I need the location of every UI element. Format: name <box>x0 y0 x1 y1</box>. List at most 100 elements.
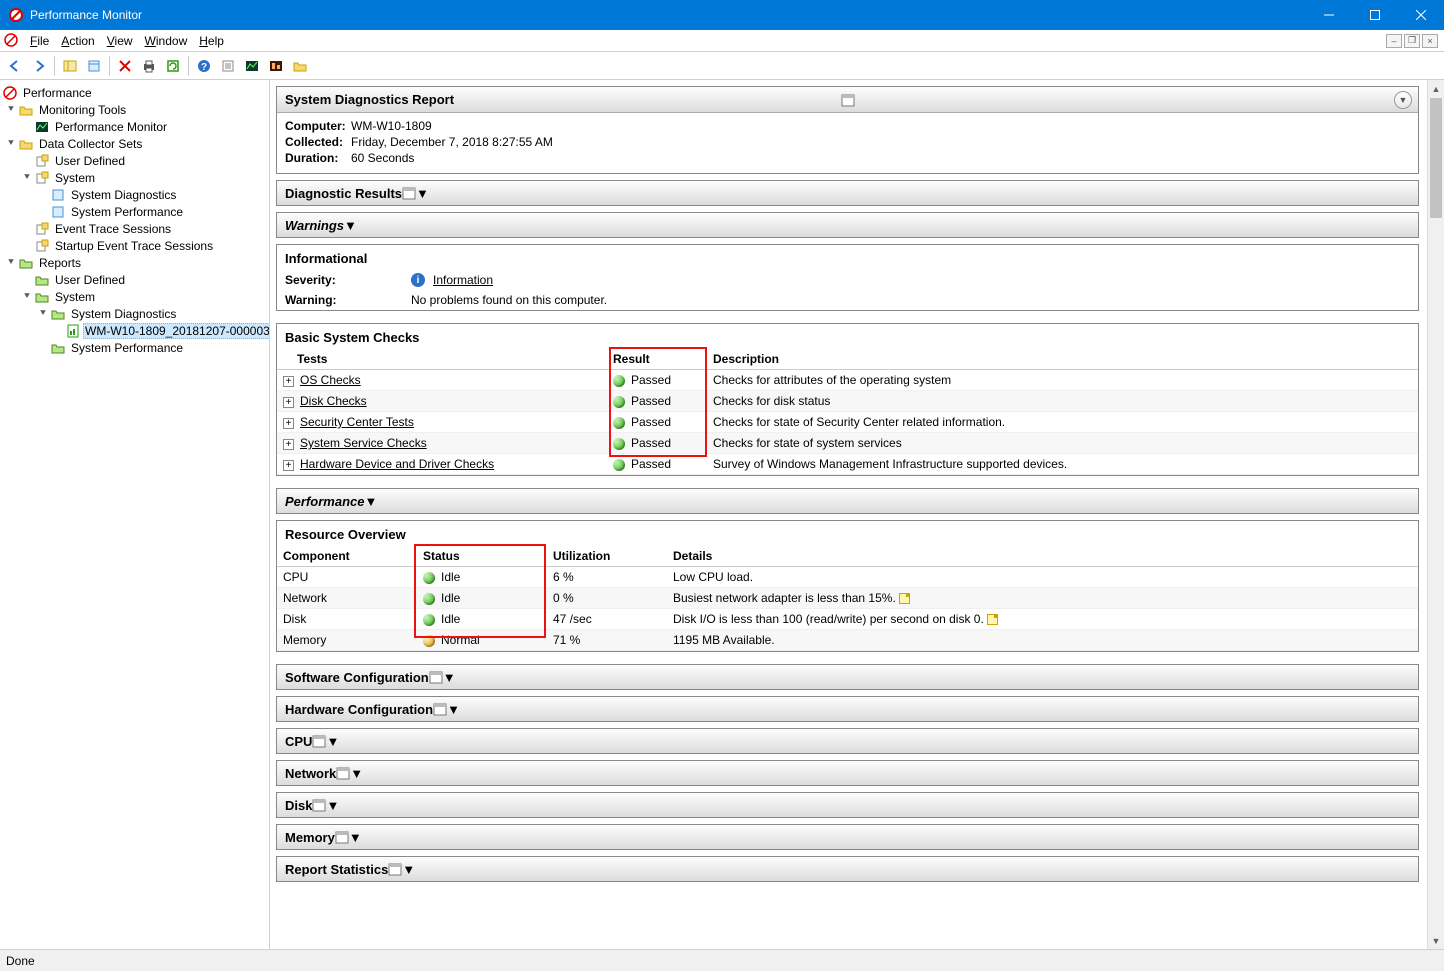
table-row: NetworkIdle0 %Busiest network adapter is… <box>277 588 1418 609</box>
status-value: Idle <box>441 570 460 584</box>
expand-icon[interactable]: + <box>283 439 294 450</box>
collapse-button[interactable]: ▼ <box>349 830 362 845</box>
performance-header[interactable]: Performance ▼ <box>276 488 1419 514</box>
refresh-button[interactable] <box>162 55 184 77</box>
dcs-icon <box>34 153 50 169</box>
chevron-down-icon[interactable]: ⯆ <box>20 172 34 183</box>
test-link[interactable]: OS Checks <box>300 373 361 387</box>
chevron-down-icon[interactable]: ⯆ <box>4 138 18 149</box>
table-row: +Disk ChecksPassedChecks for disk status <box>277 391 1418 412</box>
col-tests: Tests <box>297 352 327 366</box>
vertical-scrollbar[interactable]: ▲ ▼ <box>1427 80 1444 949</box>
collapse-button[interactable]: ▼ <box>402 862 415 877</box>
menu-view[interactable]: View <box>101 32 139 50</box>
tree-dcs-user-defined[interactable]: User Defined <box>2 152 267 169</box>
scroll-down-arrow[interactable]: ▼ <box>1428 932 1444 949</box>
chevron-down-icon[interactable]: ⯆ <box>36 308 50 319</box>
tree-dcs-system[interactable]: ⯆ System <box>2 169 267 186</box>
expand-icon[interactable]: + <box>283 397 294 408</box>
tree-monitoring-tools[interactable]: ⯆ Monitoring Tools <box>2 101 267 118</box>
collapse-button[interactable]: ▼ <box>326 798 339 813</box>
chevron-down-icon[interactable]: ⯆ <box>20 291 34 302</box>
collapse-button[interactable]: ▼ <box>416 186 429 201</box>
expand-icon[interactable]: + <box>283 418 294 429</box>
computer-label: Computer: <box>285 119 351 133</box>
tree-startup-event-trace-sessions[interactable]: Startup Event Trace Sessions <box>2 237 267 254</box>
col-description: Description <box>713 352 779 366</box>
note-icon <box>987 614 998 625</box>
col-details: Details <box>673 549 712 563</box>
folder-view-button[interactable] <box>289 55 311 77</box>
collapse-button[interactable]: ▼ <box>443 670 456 685</box>
collapsed-section-header[interactable]: Network▼ <box>276 760 1419 786</box>
warnings-header[interactable]: Warnings ▼ <box>276 212 1419 238</box>
tree-performance-monitor[interactable]: Performance Monitor <box>2 118 267 135</box>
collapsed-section-header[interactable]: CPU▼ <box>276 728 1419 754</box>
collapsed-section-header[interactable]: Hardware Configuration▼ <box>276 696 1419 722</box>
collapse-button[interactable]: ▼ <box>344 218 357 233</box>
navigation-tree[interactable]: Performance ⯆ Monitoring Tools Performan… <box>0 80 270 949</box>
report-view-button[interactable] <box>265 55 287 77</box>
show-hide-tree-button[interactable] <box>59 55 81 77</box>
minimize-button[interactable] <box>1306 0 1352 30</box>
scroll-up-arrow[interactable]: ▲ <box>1428 80 1444 97</box>
tree-report-instance[interactable]: WM-W10-1809_20181207-000003 <box>2 322 267 339</box>
tree-reports-system-performance[interactable]: System Performance <box>2 339 267 356</box>
tree-event-trace-sessions[interactable]: Event Trace Sessions <box>2 220 267 237</box>
back-button[interactable] <box>4 55 26 77</box>
expand-icon[interactable]: + <box>283 460 294 471</box>
severity-link[interactable]: Information <box>433 273 493 287</box>
tree-reports-user-defined[interactable]: User Defined <box>2 271 267 288</box>
test-link[interactable]: System Service Checks <box>300 436 427 450</box>
tree-data-collector-sets[interactable]: ⯆ Data Collector Sets <box>2 135 267 152</box>
properties-button[interactable] <box>83 55 105 77</box>
help-button[interactable]: ? <box>193 55 215 77</box>
collapsed-section-header[interactable]: Report Statistics▼ <box>276 856 1419 882</box>
chevron-down-icon[interactable]: ⯆ <box>4 257 18 268</box>
close-button[interactable] <box>1398 0 1444 30</box>
duration-label: Duration: <box>285 151 351 165</box>
view-report-button[interactable] <box>217 55 239 77</box>
menu-window[interactable]: Window <box>139 32 194 50</box>
tree-dcs-system-diagnostics[interactable]: System Diagnostics <box>2 186 267 203</box>
test-link[interactable]: Hardware Device and Driver Checks <box>300 457 494 471</box>
collapse-button[interactable]: ▼ <box>447 702 460 717</box>
collected-label: Collected: <box>285 135 351 149</box>
collapsed-section-header[interactable]: Memory▼ <box>276 824 1419 850</box>
maximize-button[interactable] <box>1352 0 1398 30</box>
tree-root[interactable]: Performance <box>2 84 267 101</box>
utilization-value: 0 % <box>547 588 667 609</box>
collapsed-section-header[interactable]: Software Configuration ▼ <box>276 664 1419 690</box>
menu-help[interactable]: Help <box>193 32 230 50</box>
tree-dcs-system-performance[interactable]: System Performance <box>2 203 267 220</box>
collapse-button[interactable]: ▼ <box>326 734 339 749</box>
collapse-button[interactable]: ▼ <box>364 494 377 509</box>
menu-file[interactable]: File <box>24 32 55 50</box>
collapse-button[interactable]: ▼ <box>1394 91 1412 109</box>
print-button[interactable] <box>138 55 160 77</box>
scroll-thumb[interactable] <box>1430 98 1442 218</box>
tree-reports[interactable]: ⯆ Reports <box>2 254 267 271</box>
tree-reports-system[interactable]: ⯆ System <box>2 288 267 305</box>
folder-icon <box>18 102 34 118</box>
menu-action[interactable]: Action <box>55 32 100 50</box>
expand-icon[interactable]: + <box>283 376 294 387</box>
diagnostic-results-header[interactable]: Diagnostic Results ▼ <box>276 180 1419 206</box>
delete-button[interactable] <box>114 55 136 77</box>
chevron-down-icon[interactable]: ⯆ <box>4 104 18 115</box>
perfmon-view-button[interactable] <box>241 55 263 77</box>
component-value: Memory <box>277 630 417 651</box>
reports-folder-icon <box>34 272 50 288</box>
test-link[interactable]: Disk Checks <box>300 394 367 408</box>
test-link[interactable]: Security Center Tests <box>300 415 414 429</box>
tree-reports-system-diagnostics[interactable]: ⯆ System Diagnostics <box>2 305 267 322</box>
mdi-restore[interactable]: ❐ <box>1404 34 1420 48</box>
collapse-button[interactable]: ▼ <box>350 766 363 781</box>
mdi-close[interactable]: × <box>1422 34 1438 48</box>
section-title: Software Configuration <box>285 670 429 685</box>
computer-value: WM-W10-1809 <box>351 119 432 133</box>
mdi-minimize[interactable]: – <box>1386 34 1402 48</box>
collapsed-section-header[interactable]: Disk▼ <box>276 792 1419 818</box>
forward-button[interactable] <box>28 55 50 77</box>
panel-header[interactable]: System Diagnostics Report ▼ <box>277 87 1418 113</box>
